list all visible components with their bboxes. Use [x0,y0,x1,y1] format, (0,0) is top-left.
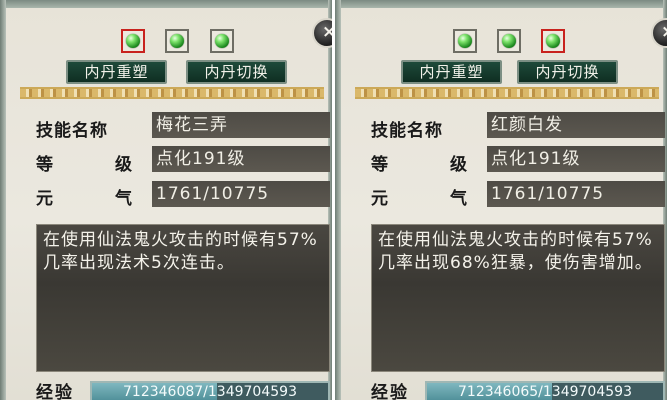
neidan-slot-3[interactable] [210,29,234,53]
green-orb-icon [215,34,229,48]
skill-name-label: 技能名称 [371,121,443,141]
close-button[interactable]: × [651,18,667,48]
level-label-b: 级 [450,155,468,175]
neidan-panel-left: × 内丹重塑 内丹切换 技能名称 梅花三弄 等 级 点化191级 元 气 176… [0,0,332,400]
neidan-slot-2[interactable] [497,29,521,53]
experience-bar: 712346065/1349704593 [425,381,665,400]
neidan-switch-button[interactable]: 内丹切换 [517,60,618,84]
close-icon: × [661,22,667,42]
vital-value: 1761/10775 [487,181,665,207]
ornamental-divider [20,87,324,99]
experience-label: 经验 [371,383,409,400]
skill-name-label: 技能名称 [36,121,108,141]
experience-value: 712346087/1349704593 [123,384,297,400]
level-label-b: 级 [115,155,133,175]
level-label-a: 等 [371,155,389,175]
window-frame-top [0,0,332,8]
level-value: 点化191级 [152,146,330,172]
neidan-slot-3[interactable] [541,29,565,53]
skill-name-value: 红颜白发 [487,112,665,138]
green-orb-icon [170,34,184,48]
ornamental-divider [355,87,659,99]
vital-label-b: 气 [450,189,468,209]
neidan-switch-button[interactable]: 内丹切换 [186,60,287,84]
experience-bar: 712346087/1349704593 [90,381,330,400]
level-label-a: 等 [36,155,54,175]
experience-label: 经验 [36,383,74,400]
close-button[interactable]: × [312,18,332,48]
vital-label-b: 气 [115,189,133,209]
skill-description: 在使用仙法鬼火攻击的时候有57%几率出现68%狂暴，使伤害增加。 [371,224,665,372]
neidan-panel-right: × 内丹重塑 内丹切换 技能名称 红颜白发 等 级 点化191级 元 气 176… [335,0,667,400]
vital-label-a: 元 [36,189,54,209]
skill-name-value: 梅花三弄 [152,112,330,138]
window-frame-top [335,0,667,8]
green-orb-icon [126,34,140,48]
neidan-slot-2[interactable] [165,29,189,53]
skill-description: 在使用仙法鬼火攻击的时候有57%几率出现法术5次连击。 [36,224,330,372]
neidan-slot-1[interactable] [121,29,145,53]
neidan-reshape-button[interactable]: 内丹重塑 [401,60,502,84]
green-orb-icon [458,34,472,48]
green-orb-icon [502,34,516,48]
window-frame-left [0,0,6,400]
vital-value: 1761/10775 [152,181,330,207]
green-orb-icon [546,34,560,48]
vital-label-a: 元 [371,189,389,209]
close-icon: × [322,22,332,42]
experience-value: 712346065/1349704593 [458,384,632,400]
level-value: 点化191级 [487,146,665,172]
neidan-slot-1[interactable] [453,29,477,53]
window-frame-left [335,0,341,400]
neidan-reshape-button[interactable]: 内丹重塑 [66,60,167,84]
